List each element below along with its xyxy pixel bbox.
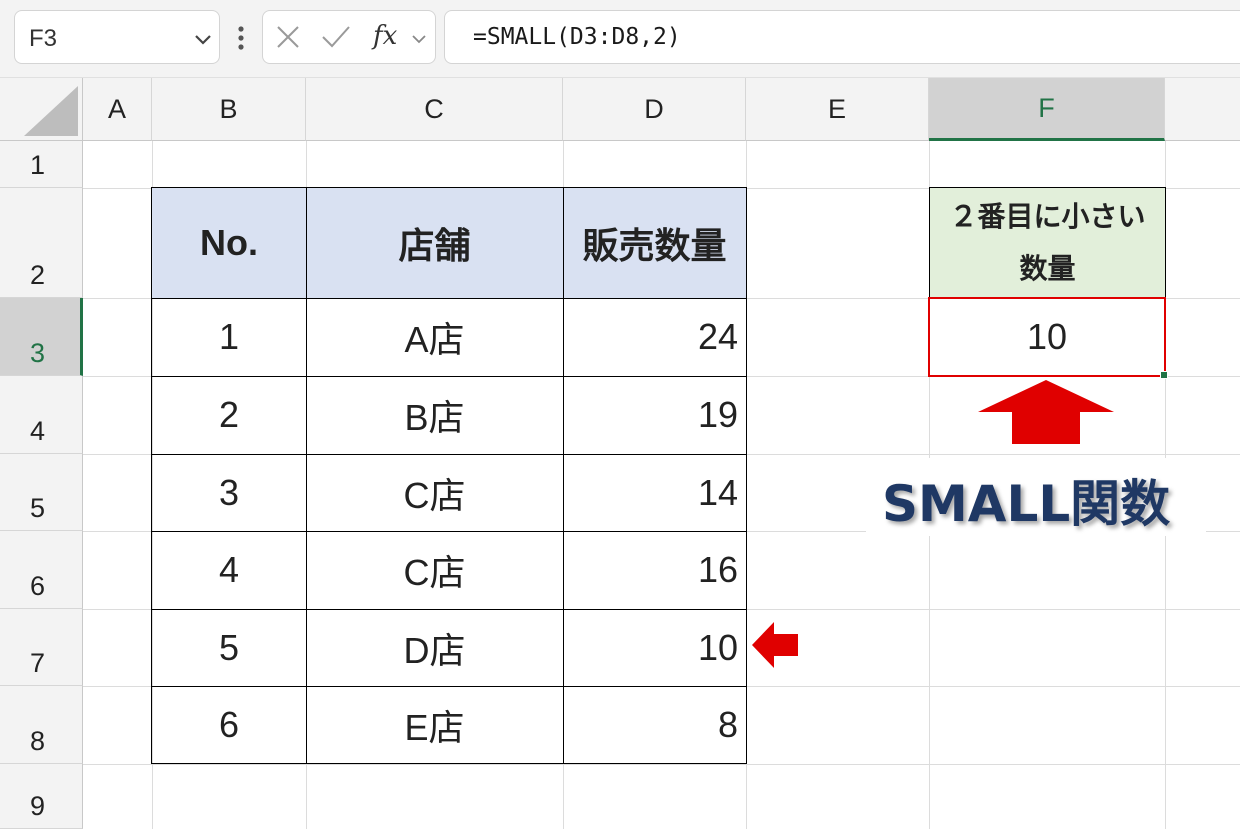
result-header-line1: ２番目に小さい [949, 201, 1146, 232]
up-arrow-icon [978, 380, 1114, 444]
table-cell-store[interactable]: B店 [306, 376, 563, 454]
table-border [151, 686, 747, 687]
table-cell-quantity[interactable]: 10 [563, 609, 746, 686]
column-header-f[interactable]: F [929, 78, 1165, 141]
column-header-d[interactable]: D [563, 78, 746, 141]
table-cell-quantity[interactable]: 24 [563, 298, 746, 376]
row-header-6[interactable]: 6 [0, 531, 83, 609]
table-header-store[interactable]: 店舗 [306, 188, 563, 298]
table-header-no[interactable]: No. [152, 188, 306, 298]
table-border [151, 187, 747, 188]
row-header-3[interactable]: 3 [0, 298, 83, 376]
row-header-5[interactable]: 5 [0, 454, 83, 531]
column-header-next[interactable] [1165, 78, 1240, 141]
table-cell-no[interactable]: 3 [152, 454, 306, 531]
row-header-4[interactable]: 4 [0, 376, 83, 454]
table-cell-quantity[interactable]: 14 [563, 454, 746, 531]
row-header-8[interactable]: 8 [0, 686, 83, 764]
table-border [151, 763, 747, 764]
callout-box: SMALL関数 [866, 458, 1206, 536]
table-cell-quantity[interactable]: 8 [563, 686, 746, 764]
callout-label: SMALL関数 [882, 475, 1171, 533]
table-cell-no[interactable]: 1 [152, 298, 306, 376]
table-border [151, 376, 747, 377]
formula-controls: fx [262, 10, 436, 64]
table-border [306, 187, 307, 764]
row-header-1[interactable]: 1 [0, 141, 83, 188]
table-cell-store[interactable]: C店 [306, 531, 563, 609]
formula-text: =SMALL(D3:D8,2) [473, 24, 681, 50]
result-header-line2: 数量 [1019, 253, 1076, 284]
table-cell-store[interactable]: C店 [306, 454, 563, 531]
cancel-icon[interactable] [275, 24, 301, 50]
row-header-9[interactable]: 9 [0, 764, 83, 829]
table-cell-store[interactable]: A店 [306, 298, 563, 376]
column-header-b[interactable]: B [152, 78, 306, 141]
table-header-quantity[interactable]: 販売数量 [563, 188, 746, 298]
row-header-7[interactable]: 7 [0, 609, 83, 686]
table-cell-no[interactable]: 4 [152, 531, 306, 609]
enter-check-icon[interactable] [321, 24, 351, 50]
table-cell-store[interactable]: D店 [306, 609, 563, 686]
select-all-triangle-icon [24, 86, 78, 136]
formula-bar: F3 fx =SMALL(D3:D8,2) [0, 0, 1240, 78]
chevron-down-icon[interactable] [409, 29, 429, 49]
table-border [151, 531, 747, 532]
table-cell-no[interactable]: 5 [152, 609, 306, 686]
table-cell-no[interactable]: 6 [152, 686, 306, 764]
table-border [151, 298, 747, 299]
insert-function-icon[interactable]: fx [373, 21, 397, 51]
table-cell-no[interactable]: 2 [152, 376, 306, 454]
column-header-e[interactable]: E [746, 78, 929, 141]
table-border [151, 187, 152, 764]
table-cell-quantity[interactable]: 16 [563, 531, 746, 609]
table-border [563, 187, 564, 764]
table-border [151, 454, 747, 455]
table-cell-store[interactable]: E店 [306, 686, 563, 764]
select-all-corner[interactable] [0, 78, 83, 141]
result-header[interactable]: ２番目に小さい 数量 [929, 187, 1166, 298]
fill-handle[interactable] [1160, 371, 1168, 379]
result-value-cell[interactable]: 10 [928, 297, 1166, 377]
chevron-down-icon[interactable] [191, 27, 215, 51]
column-header-a[interactable]: A [83, 78, 152, 141]
column-header-c[interactable]: C [306, 78, 563, 141]
name-box[interactable]: F3 [14, 10, 220, 64]
more-options-icon[interactable] [226, 18, 256, 58]
table-border [746, 187, 747, 764]
formula-input[interactable]: =SMALL(D3:D8,2) [444, 10, 1240, 64]
table-cell-quantity[interactable]: 19 [563, 376, 746, 454]
row-header-2[interactable]: 2 [0, 188, 83, 298]
grid-line [83, 764, 1240, 765]
name-box-value: F3 [29, 25, 58, 52]
left-arrow-icon [752, 622, 798, 668]
table-border [151, 609, 747, 610]
